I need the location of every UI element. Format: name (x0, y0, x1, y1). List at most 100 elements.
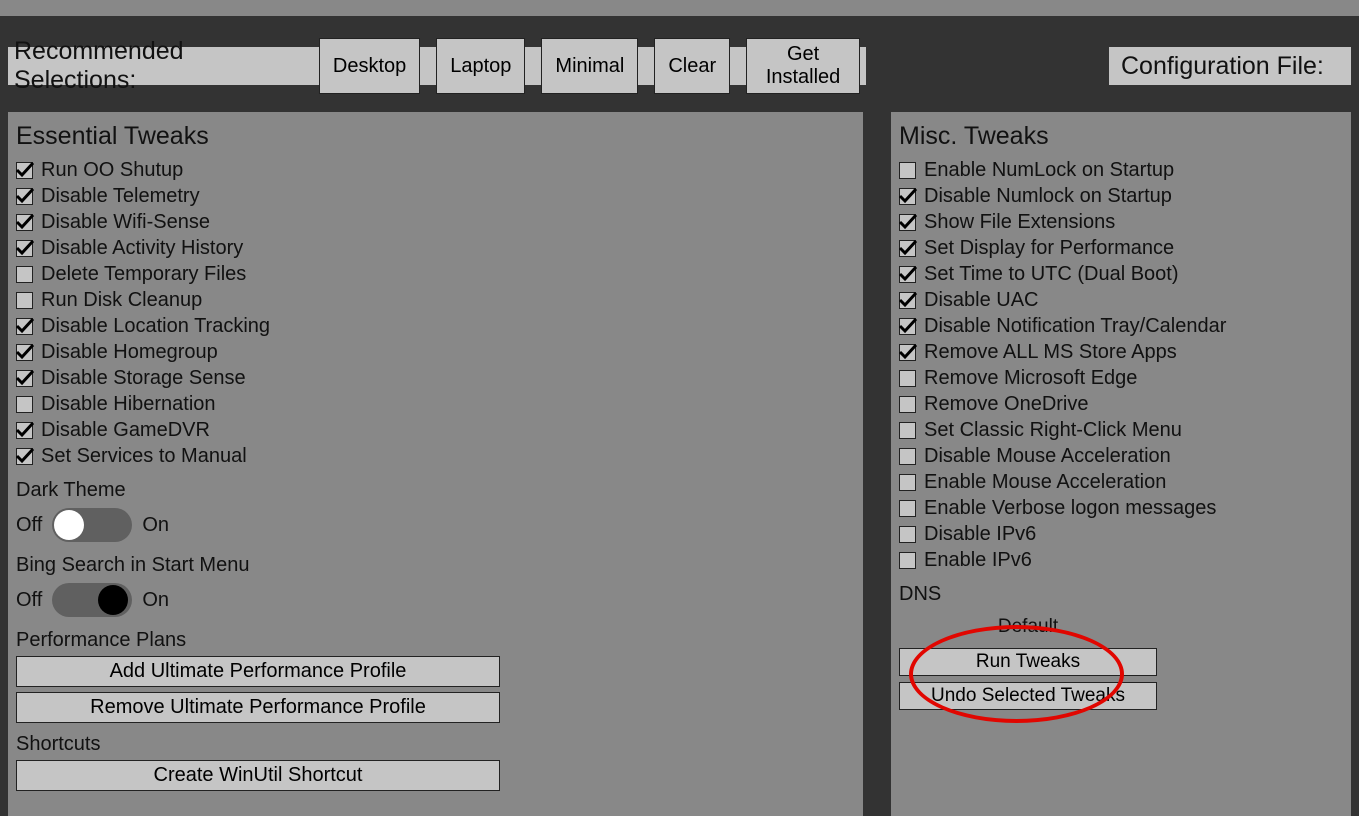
misc-item-checkbox[interactable] (899, 318, 916, 335)
essential-item-label: Run OO Shutup (41, 159, 183, 182)
misc-item-checkbox[interactable] (899, 162, 916, 179)
essential-item-row: Disable Wifi-Sense (16, 209, 855, 235)
dark-theme-on-label: On (142, 514, 169, 537)
essential-item-row: Disable Homegroup (16, 339, 855, 365)
laptop-button[interactable]: Laptop (436, 38, 525, 94)
essential-item-row: Run OO Shutup (16, 157, 855, 183)
misc-item-row: Show File Extensions (899, 209, 1343, 235)
misc-item-row: Disable Mouse Acceleration (899, 443, 1343, 469)
essential-item-label: Disable GameDVR (41, 419, 210, 442)
misc-item-row: Enable Verbose logon messages (899, 495, 1343, 521)
essential-item-checkbox[interactable] (16, 240, 33, 257)
essential-item-label: Disable Location Tracking (41, 315, 270, 338)
essential-item-checkbox[interactable] (16, 188, 33, 205)
misc-item-label: Disable UAC (924, 289, 1038, 312)
essential-title: Essential Tweaks (16, 122, 855, 151)
add-perf-button[interactable]: Add Ultimate Performance Profile (16, 656, 500, 687)
misc-item-checkbox[interactable] (899, 448, 916, 465)
misc-item-label: Remove OneDrive (924, 393, 1089, 416)
misc-item-row: Enable IPv6 (899, 547, 1343, 573)
essential-item-label: Disable Telemetry (41, 185, 200, 208)
misc-item-checkbox[interactable] (899, 552, 916, 569)
essential-item-checkbox[interactable] (16, 318, 33, 335)
misc-item-label: Disable Mouse Acceleration (924, 445, 1171, 468)
desktop-button[interactable]: Desktop (319, 38, 420, 94)
misc-item-label: Enable Verbose logon messages (924, 497, 1216, 520)
essential-item-checkbox[interactable] (16, 162, 33, 179)
misc-item-row: Enable Mouse Acceleration (899, 469, 1343, 495)
dark-theme-off-label: Off (16, 514, 42, 537)
essential-item-checkbox[interactable] (16, 266, 33, 283)
minimal-button[interactable]: Minimal (541, 38, 638, 94)
config-file-label: Configuration File: (1109, 47, 1351, 85)
misc-item-row: Disable IPv6 (899, 521, 1343, 547)
misc-item-label: Disable Numlock on Startup (924, 185, 1172, 208)
shortcuts-title: Shortcuts (16, 733, 855, 756)
misc-item-checkbox[interactable] (899, 500, 916, 517)
essential-item-row: Disable Hibernation (16, 391, 855, 417)
undo-tweaks-button[interactable]: Undo Selected Tweaks (899, 682, 1157, 710)
misc-item-label: Enable IPv6 (924, 549, 1032, 572)
essential-item-row: Disable Telemetry (16, 183, 855, 209)
toolbar-left: Recommended Selections: Desktop Laptop M… (8, 47, 866, 85)
essential-item-checkbox[interactable] (16, 396, 33, 413)
bing-off-label: Off (16, 589, 42, 612)
misc-item-checkbox[interactable] (899, 188, 916, 205)
misc-item-checkbox[interactable] (899, 474, 916, 491)
essential-item-checkbox[interactable] (16, 370, 33, 387)
dns-default[interactable]: Default (899, 612, 1157, 642)
misc-item-checkbox[interactable] (899, 344, 916, 361)
bing-on-label: On (142, 589, 169, 612)
bing-toggle[interactable] (52, 583, 132, 617)
dns-title: DNS (899, 583, 1343, 606)
misc-item-label: Remove ALL MS Store Apps (924, 341, 1177, 364)
misc-item-row: Set Classic Right-Click Menu (899, 417, 1343, 443)
misc-item-checkbox[interactable] (899, 240, 916, 257)
essential-item-checkbox[interactable] (16, 214, 33, 231)
essential-item-label: Set Services to Manual (41, 445, 247, 468)
clear-button[interactable]: Clear (654, 38, 730, 94)
misc-item-label: Set Time to UTC (Dual Boot) (924, 263, 1179, 286)
misc-item-label: Set Display for Performance (924, 237, 1174, 260)
dark-theme-title: Dark Theme (16, 479, 855, 502)
misc-item-checkbox[interactable] (899, 422, 916, 439)
essential-item-checkbox[interactable] (16, 448, 33, 465)
essential-item-label: Disable Wifi-Sense (41, 211, 210, 234)
run-tweaks-button[interactable]: Run Tweaks (899, 648, 1157, 676)
essential-item-label: Run Disk Cleanup (41, 289, 202, 312)
essential-tweaks-panel: Essential Tweaks Run OO Shutup Disable Te… (8, 112, 863, 816)
essential-item-row: Delete Temporary Files (16, 261, 855, 287)
misc-item-label: Enable NumLock on Startup (924, 159, 1174, 182)
essential-item-checkbox[interactable] (16, 422, 33, 439)
recommended-label: Recommended Selections: (14, 37, 299, 95)
misc-item-checkbox[interactable] (899, 526, 916, 543)
essential-item-checkbox[interactable] (16, 292, 33, 309)
misc-item-checkbox[interactable] (899, 292, 916, 309)
get-installed-button[interactable]: Get Installed (746, 38, 860, 94)
misc-item-row: Remove Microsoft Edge (899, 365, 1343, 391)
misc-tweaks-panel: Misc. Tweaks Enable NumLock on Startup Di… (891, 112, 1351, 816)
misc-item-checkbox[interactable] (899, 214, 916, 231)
misc-item-checkbox[interactable] (899, 370, 916, 387)
misc-item-label: Enable Mouse Acceleration (924, 471, 1166, 494)
dark-theme-toggle[interactable] (52, 508, 132, 542)
essential-item-row: Run Disk Cleanup (16, 287, 855, 313)
misc-item-checkbox[interactable] (899, 266, 916, 283)
create-shortcut-button[interactable]: Create WinUtil Shortcut (16, 760, 500, 791)
essential-item-checkbox[interactable] (16, 344, 33, 361)
misc-item-label: Disable IPv6 (924, 523, 1036, 546)
misc-item-row: Set Time to UTC (Dual Boot) (899, 261, 1343, 287)
misc-title: Misc. Tweaks (899, 122, 1343, 151)
misc-item-label: Show File Extensions (924, 211, 1115, 234)
toolbar: Recommended Selections: Desktop Laptop M… (0, 40, 1359, 92)
misc-item-checkbox[interactable] (899, 396, 916, 413)
bing-title: Bing Search in Start Menu (16, 554, 855, 577)
remove-perf-button[interactable]: Remove Ultimate Performance Profile (16, 692, 500, 723)
essential-item-row: Disable Activity History (16, 235, 855, 261)
misc-item-label: Remove Microsoft Edge (924, 367, 1137, 390)
essential-item-row: Disable GameDVR (16, 417, 855, 443)
essential-item-label: Disable Storage Sense (41, 367, 246, 390)
essential-item-row: Disable Storage Sense (16, 365, 855, 391)
essential-item-row: Disable Location Tracking (16, 313, 855, 339)
misc-item-row: Remove ALL MS Store Apps (899, 339, 1343, 365)
